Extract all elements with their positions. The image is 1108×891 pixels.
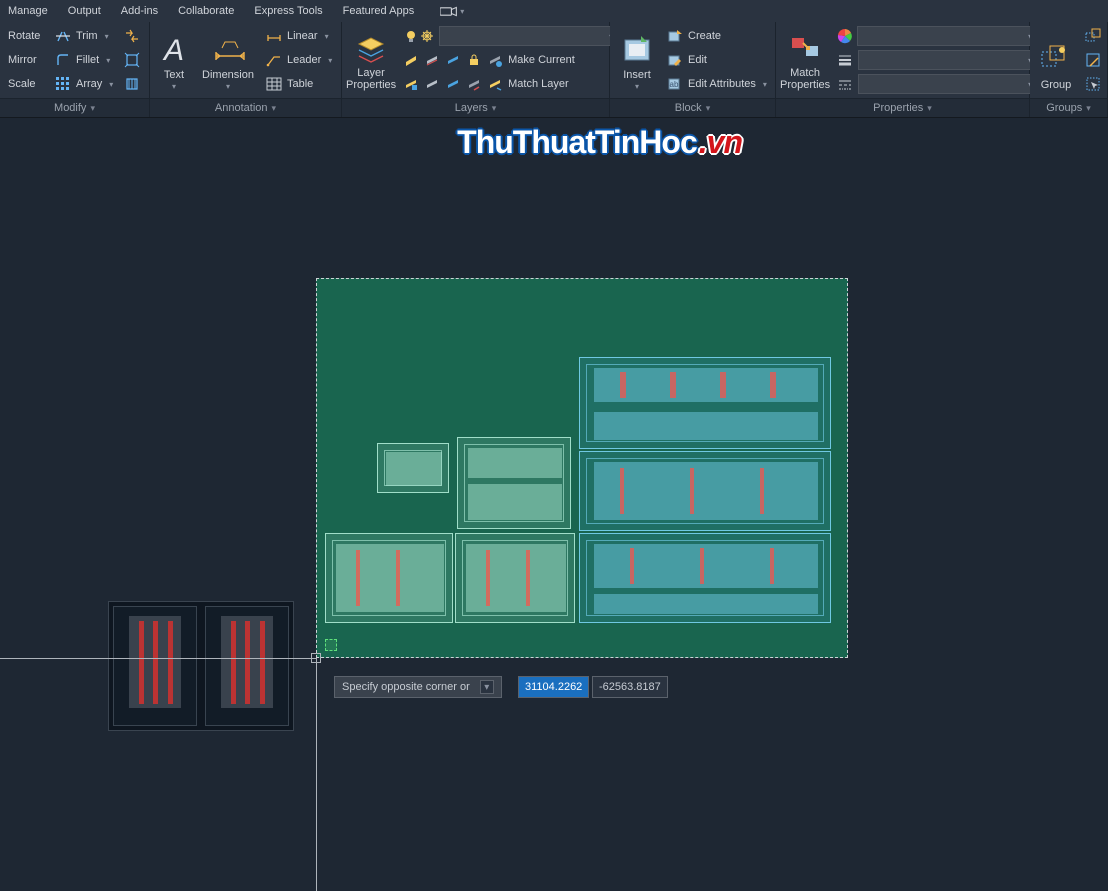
match-properties-button[interactable]: MatchProperties <box>780 25 830 93</box>
fillet-icon <box>55 52 71 68</box>
panel-layers: LayerProperties ▾ Make Current <box>342 22 610 117</box>
linear-icon <box>266 28 282 44</box>
layer-iso-icon[interactable] <box>424 52 440 68</box>
menu-output[interactable]: Output <box>68 5 101 17</box>
array-icon <box>55 76 71 92</box>
dynamic-input-prompt: Specify opposite corner or ▾ <box>334 676 502 698</box>
panel-annotation-title[interactable]: Annotation▾ <box>150 98 341 117</box>
layer-unlock-icon[interactable] <box>445 76 461 92</box>
stretch-icon[interactable] <box>120 25 142 47</box>
selection-anchor <box>325 639 337 651</box>
insert-button[interactable]: Insert▾ <box>614 25 660 93</box>
rotate-button[interactable]: Rotate <box>4 25 48 47</box>
drawing-thumbnail <box>108 601 294 731</box>
layer-lightbulb-icon[interactable] <box>403 28 419 44</box>
group-icon <box>1040 44 1072 76</box>
crosshair-vertical <box>316 658 317 891</box>
table-button[interactable]: Table <box>262 73 336 95</box>
menu-manage[interactable]: Manage <box>8 5 48 17</box>
panel-properties-title[interactable]: Properties▾ <box>776 98 1029 117</box>
menu-featured-apps[interactable]: Featured Apps <box>343 5 415 17</box>
menu-collaborate[interactable]: Collaborate <box>178 5 234 17</box>
scale-button[interactable]: Scale <box>4 73 48 95</box>
edit-block-button[interactable]: Edit <box>663 49 771 71</box>
group-select-icon[interactable] <box>1081 73 1103 95</box>
lineweight-selector[interactable]: ▾ <box>858 50 1038 70</box>
array-button[interactable]: Array▾ <box>51 73 117 95</box>
create-block-button[interactable]: Create <box>663 25 771 47</box>
make-current-button[interactable]: Make Current <box>508 54 575 66</box>
insert-icon <box>621 34 653 66</box>
fillet-button[interactable]: Fillet▾ <box>51 49 117 71</box>
match-layer-icon[interactable] <box>487 76 503 92</box>
svg-text:A: A <box>162 34 184 66</box>
command-options-icon[interactable]: ▾ <box>480 680 494 694</box>
panel-modify: Rotate Mirror Scale Trim▾ Fillet▾ <box>0 22 150 117</box>
leader-button[interactable]: Leader▾ <box>262 49 336 71</box>
group-button[interactable]: Group <box>1034 25 1078 93</box>
linear-button[interactable]: Linear▾ <box>262 25 336 47</box>
color-wheel-icon[interactable] <box>837 28 853 44</box>
layer-lock-icon[interactable] <box>466 52 482 68</box>
panel-groups-title[interactable]: Groups▾ <box>1030 98 1107 117</box>
panel-groups: Group Groups▾ <box>1030 22 1108 117</box>
edit-block-icon <box>667 52 683 68</box>
ribbon: Rotate Mirror Scale Trim▾ Fillet▾ <box>0 22 1108 118</box>
linetype-icon[interactable] <box>837 76 853 92</box>
mirror-button[interactable]: Mirror <box>4 49 48 71</box>
color-selector[interactable]: ▾ <box>857 26 1038 46</box>
match-properties-icon <box>789 32 821 64</box>
panel-modify-title[interactable]: Modify▾ <box>0 98 149 117</box>
coordinate-y-input[interactable]: -62563.8187 <box>592 676 668 698</box>
explode-icon[interactable] <box>120 49 142 71</box>
selection-window <box>316 278 848 658</box>
watermark: ThuThuatTinHoc.vn <box>457 124 742 161</box>
trim-button[interactable]: Trim▾ <box>51 25 117 47</box>
layer-freeze-icon[interactable] <box>419 28 435 44</box>
layer-on-icon[interactable] <box>445 52 461 68</box>
pickbox <box>311 653 321 663</box>
edit-attributes-button[interactable]: abEdit Attributes▾ <box>663 73 771 95</box>
ungroup-icon[interactable] <box>1081 25 1103 47</box>
linetype-selector[interactable]: ▾ <box>858 74 1038 94</box>
dimension-icon <box>212 34 244 66</box>
lineweight-icon[interactable] <box>837 52 853 68</box>
panel-properties: MatchProperties ▾ ▾ ▾ Properties▾ <box>776 22 1030 117</box>
menu-addins[interactable]: Add-ins <box>121 5 158 17</box>
trim-icon <box>55 28 71 44</box>
layer-thaw-icon[interactable] <box>424 76 440 92</box>
layer-state-icon[interactable] <box>403 76 419 92</box>
text-button[interactable]: A Text▾ <box>154 25 194 93</box>
command-prompt-text: Specify opposite corner or <box>342 681 470 693</box>
crosshair-horizontal <box>0 658 316 659</box>
group-edit-icon[interactable] <box>1081 49 1103 71</box>
dimension-button[interactable]: Dimension▾ <box>197 25 259 93</box>
table-icon <box>266 76 282 92</box>
layer-off-icon[interactable] <box>403 52 419 68</box>
menu-bar: Manage Output Add-ins Collaborate Expres… <box>0 0 1108 22</box>
svg-text:ab: ab <box>670 80 679 89</box>
camera-icon[interactable]: ▾ <box>440 5 464 17</box>
edit-attributes-icon: ab <box>667 76 683 92</box>
panel-block-title[interactable]: Block▾ <box>610 98 775 117</box>
match-layer-button[interactable]: Match Layer <box>508 78 569 90</box>
layer-properties-icon <box>355 32 387 64</box>
leader-icon <box>266 52 282 68</box>
create-block-icon <box>667 28 683 44</box>
erase-icon[interactable] <box>120 73 142 95</box>
panel-layers-title[interactable]: Layers▾ <box>342 98 609 117</box>
layer-properties-button[interactable]: LayerProperties <box>346 25 396 93</box>
layer-prev-icon[interactable] <box>487 52 503 68</box>
layer-color-icon[interactable] <box>466 76 482 92</box>
panel-block: Insert▾ Create Edit abEdit Attributes▾ B… <box>610 22 776 117</box>
text-icon: A <box>158 34 190 66</box>
menu-express-tools[interactable]: Express Tools <box>254 5 322 17</box>
panel-annotation: A Text▾ Dimension▾ Linear▾ Leader▾ Table… <box>150 22 342 117</box>
layer-selector[interactable]: ▾ <box>439 26 619 46</box>
coordinate-x-input[interactable]: 31104.2262 <box>518 676 589 698</box>
drawing-canvas[interactable]: ThuThuatTinHoc.vn <box>0 118 1108 891</box>
